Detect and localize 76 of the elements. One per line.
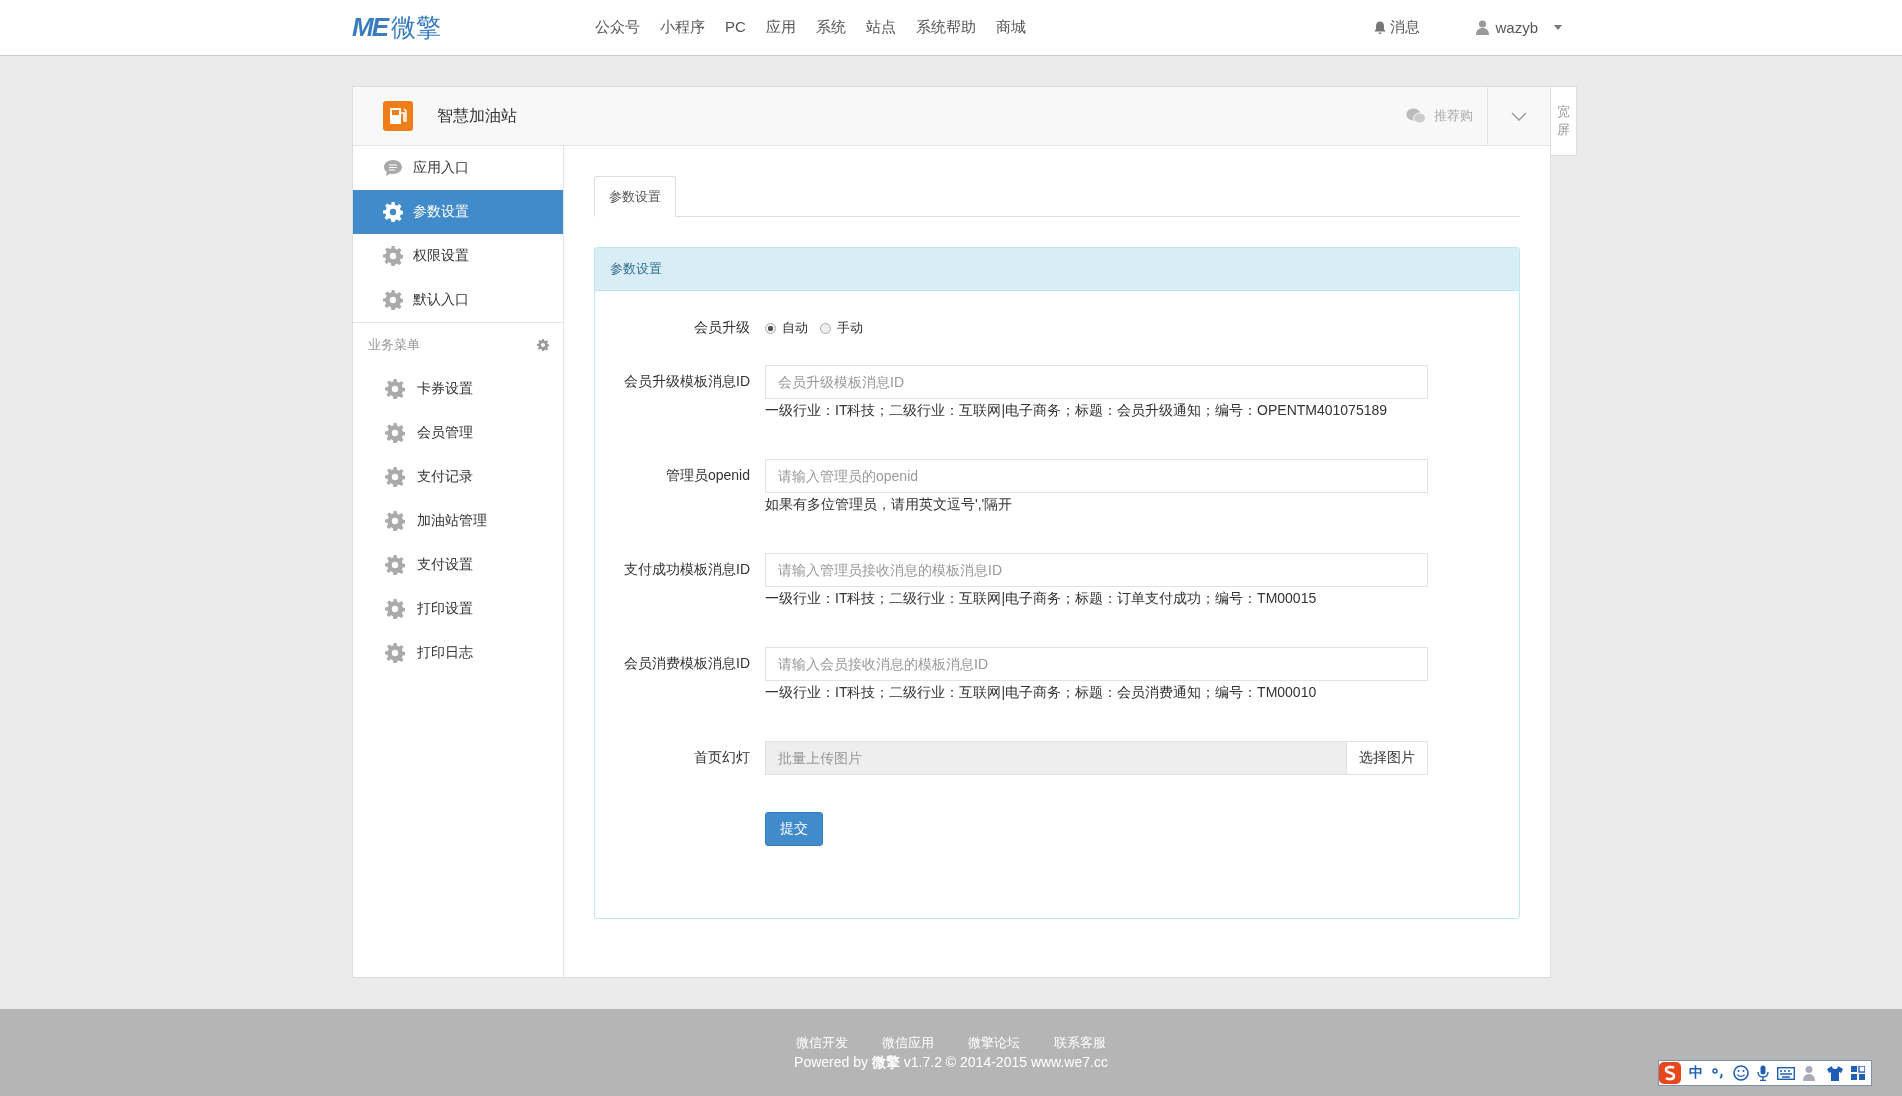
section-title: 业务菜单	[368, 336, 420, 354]
text-field[interactable]: 请输入会员接收消息的模板消息ID	[765, 647, 1428, 681]
fuel-pump-icon	[383, 101, 413, 131]
tab[interactable]: 参数设置	[594, 176, 676, 217]
sidebar-item[interactable]: 默认入口	[353, 278, 563, 323]
field-label: 会员升级	[693, 318, 750, 337]
sidebar-item[interactable]: 打印日志	[353, 631, 563, 675]
sidebar-item[interactable]: 支付设置	[353, 543, 563, 587]
help-text: 一级行业：IT科技；二级行业：互联网|电子商务；标题：会员升级通知；编号：OPENTM401075189	[765, 402, 1389, 420]
gear-icon	[383, 246, 403, 266]
sidebar-item[interactable]: 参数设置	[353, 190, 563, 234]
nav-link[interactable]: 站点	[865, 18, 896, 37]
radio-label: 手动	[837, 319, 863, 337]
sidebar-item[interactable]: 权限设置	[353, 234, 563, 278]
user-menu[interactable]: wazyb	[1476, 19, 1562, 36]
bell-icon	[1374, 20, 1387, 35]
text-field[interactable]: 会员升级模板消息ID	[765, 365, 1428, 399]
text-field[interactable]: 请输入管理员的openid	[765, 459, 1428, 493]
gear-icon	[385, 423, 405, 443]
caret-icon	[1554, 25, 1562, 30]
nav-link[interactable]: 系统帮助	[915, 18, 976, 37]
text-field[interactable]: 请输入管理员接收消息的模板消息ID	[765, 553, 1428, 587]
microphone-icon[interactable]	[1757, 1065, 1769, 1081]
panel-heading: 参数设置	[595, 248, 1519, 291]
ime-logo-icon[interactable]	[1659, 1062, 1681, 1084]
smiley-icon[interactable]	[1733, 1065, 1749, 1081]
nav-link[interactable]: 公众号	[595, 18, 640, 37]
nav-link[interactable]: 系统	[815, 18, 846, 37]
logo-mark: ME	[352, 12, 387, 43]
nav-link[interactable]: 商城	[995, 18, 1026, 37]
field-label: 会员升级模板消息ID	[623, 372, 750, 391]
field-label: 会员消费模板消息ID	[623, 654, 750, 673]
gear-icon	[383, 202, 403, 222]
punctuation-icon[interactable]	[1711, 1066, 1725, 1080]
radio-button[interactable]	[765, 322, 776, 334]
keyboard-icon[interactable]	[1777, 1066, 1795, 1080]
sidebar-item[interactable]: 打印设置	[353, 587, 563, 631]
sidebar-item[interactable]: 应用入口	[353, 146, 563, 190]
sidebar-item[interactable]: 加油站管理	[353, 499, 563, 543]
app-title: 智慧加油站	[437, 105, 517, 126]
submit-button[interactable]: 提交	[765, 812, 823, 846]
help-text: 一级行业：IT科技；二级行业：互联网|电子商务；标题：会员消费通知；编号：TM00010	[765, 684, 1318, 702]
upload-field[interactable]: 批量上传图片	[765, 741, 1347, 775]
gear-icon	[385, 467, 405, 487]
gear-icon[interactable]	[537, 339, 549, 351]
help-text: 一级行业：IT科技；二级行业：互联网|电子商务；标题：订单支付成功；编号：TM00015	[765, 590, 1318, 608]
radio-label: 自动	[782, 319, 808, 337]
sidebar-item[interactable]: 支付记录	[353, 455, 563, 499]
choose-image-button[interactable]: 选择图片	[1347, 741, 1428, 775]
chat-bubble-icon	[383, 159, 403, 177]
sidebar-item[interactable]: 会员管理	[353, 411, 563, 455]
nav-link[interactable]: PC	[725, 18, 746, 37]
user-icon	[1476, 20, 1490, 35]
help-text: 如果有多位管理员，请用英文逗号','隔开	[765, 496, 1014, 514]
wechat-icon	[1406, 108, 1426, 124]
chevron-down-icon	[1511, 111, 1527, 121]
nav-link[interactable]: 小程序	[660, 18, 705, 37]
input-mode-toggle[interactable]: 中	[1689, 1064, 1703, 1082]
radio-button[interactable]	[820, 322, 831, 334]
gear-icon	[385, 379, 405, 399]
sidebar-item[interactable]: 卡券设置	[353, 367, 563, 411]
copyright-text: Powered by 微擎 v1.7.2 © 2014-2015 www.we7.cc	[794, 1053, 1108, 1072]
shirt-icon[interactable]	[1827, 1065, 1843, 1081]
field-label: 支付成功模板消息ID	[623, 560, 750, 579]
field-label: 管理员openid	[664, 466, 750, 485]
gear-icon	[385, 511, 405, 531]
grid-icon[interactable]	[1851, 1066, 1865, 1080]
logo-name: 微擎	[391, 12, 441, 43]
logo[interactable]: ME微擎	[352, 11, 595, 44]
field-label: 首页幻灯	[693, 748, 750, 767]
messages-link[interactable]: 消息	[1374, 18, 1421, 37]
gear-icon	[385, 555, 405, 575]
gear-icon	[385, 599, 405, 619]
gear-icon	[383, 290, 403, 310]
nav-link[interactable]: 应用	[765, 18, 796, 37]
gear-icon	[385, 643, 405, 663]
